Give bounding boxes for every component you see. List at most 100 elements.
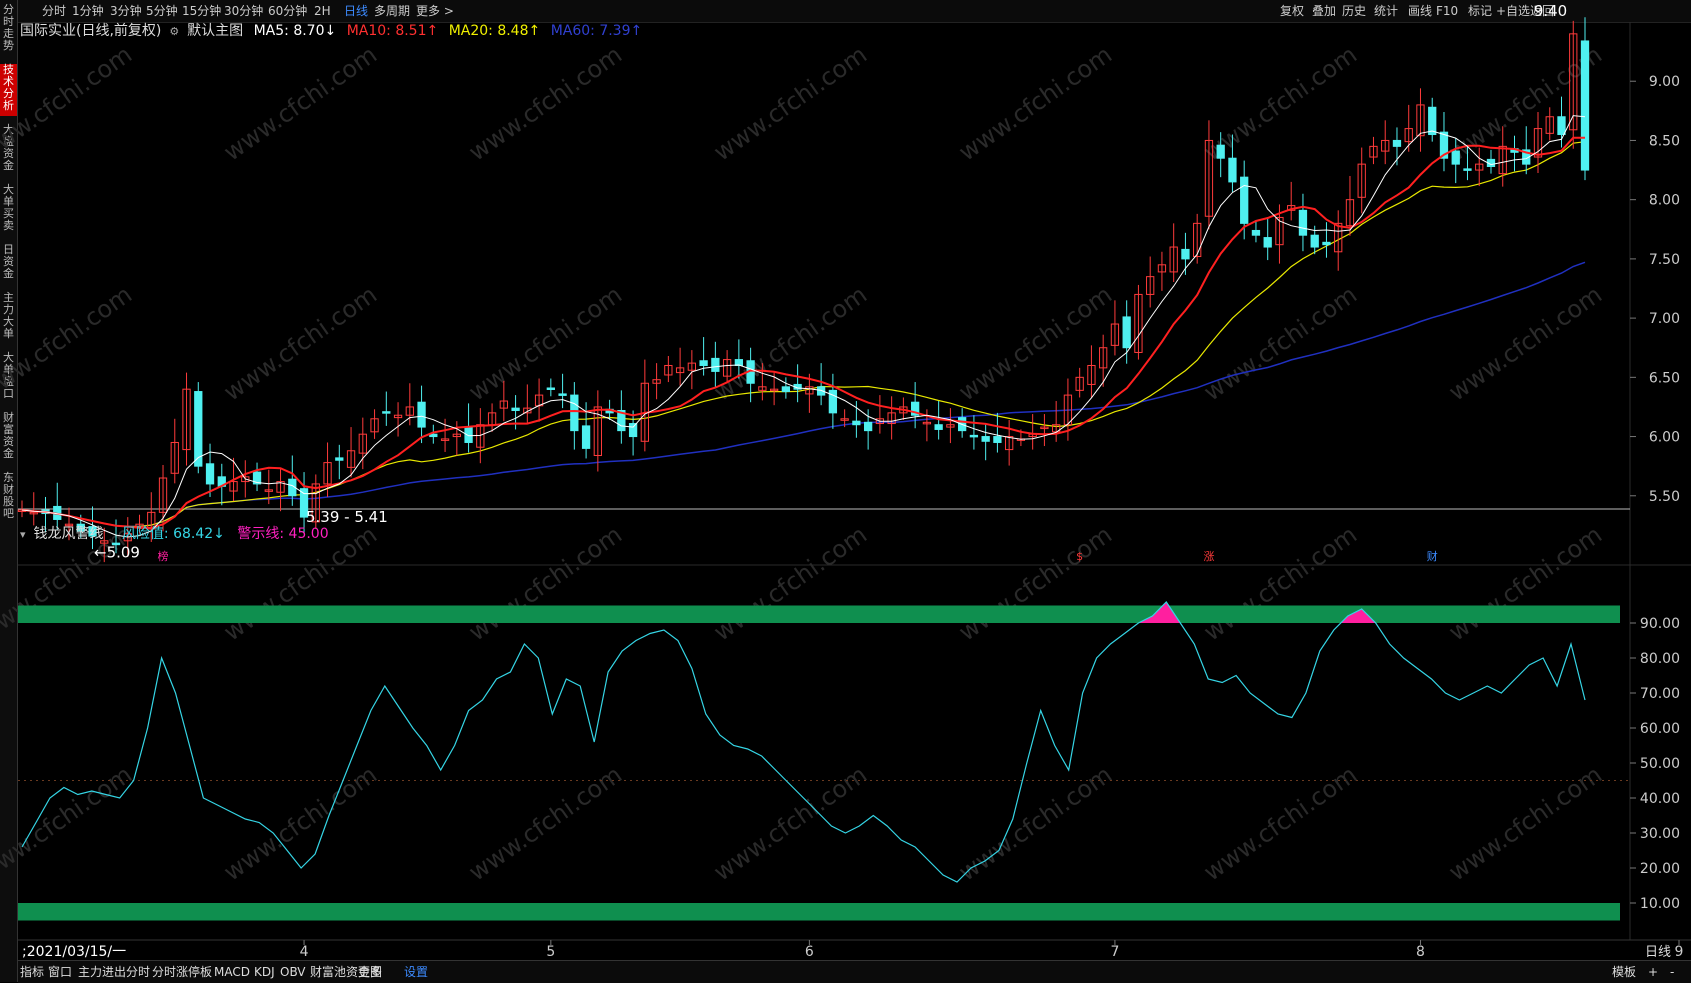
bottom-tab-3[interactable]: 分时涨停板 [152, 964, 212, 980]
y-tick-label: 7.50 [1649, 252, 1680, 268]
ind-y-tick-label: 30.00 [1640, 826, 1680, 842]
x-month-label: 7 [1110, 944, 1119, 960]
indicator-legend: ▾ 钱龙风警线 风险值: 68.42↓ 警示线: 45.00 [20, 525, 329, 544]
marker-dollar[interactable]: $ [1076, 550, 1083, 563]
stock-terminal-window: 分时走势 技术分析 大盘资金 大单买卖 日资金 主力大单 大单盘口 财富资金 东财股吧 分时 1分… [0, 0, 1691, 983]
bottom-right-button-2[interactable]: - [1670, 964, 1674, 980]
watermark-text: www.cfchi.com [954, 280, 1117, 406]
x-month-label: 9 [1675, 944, 1684, 960]
watermark-text: www.cfchi.com [709, 40, 872, 166]
x-month-label: 6 [805, 944, 814, 960]
candle-body [628, 423, 638, 438]
stock-title: 国际实业(日线,前复权) [20, 23, 162, 39]
risk-value-legend: 风险值: 68.42↓ [121, 526, 225, 542]
candle-body [1392, 139, 1402, 147]
candle-body [581, 425, 591, 449]
y-tick-label: 7.00 [1649, 311, 1680, 327]
candlestick-chart[interactable]: www.cfchi.com www.cfchi.com www.cfchi.com w… [0, 0, 1691, 982]
candle-body [417, 401, 426, 428]
x-month-label: 4 [300, 944, 309, 960]
candle-body [1463, 168, 1472, 171]
indicator-menu-icon[interactable]: ▾ [20, 528, 29, 541]
bottom-tab-4[interactable]: MACD [214, 964, 250, 980]
watermark-text: www.cfchi.com [464, 40, 627, 166]
candle-body [1263, 237, 1272, 248]
x-month-label: 5 [546, 944, 555, 960]
watermark-text: www.cfchi.com [0, 760, 137, 886]
lower-warning-band [18, 903, 1620, 921]
candle-body [558, 393, 567, 396]
x-month-label: 8 [1416, 944, 1425, 960]
bottom-right-button-0[interactable]: 模板 [1612, 964, 1636, 980]
watermark-text: www.cfchi.com [1199, 280, 1362, 406]
watermark-text: www.cfchi.com [464, 280, 627, 406]
chart-settings-icon[interactable]: ⚙ [166, 25, 183, 38]
candle-body [194, 391, 203, 467]
y-tick-label: 8.00 [1649, 193, 1680, 209]
bottom-tab-9[interactable]: 设置 [404, 964, 428, 980]
main-legend: 国际实业(日线,前复权) ⚙ 默认主图 MA5: 8.70↓ MA10: 8.5… [20, 22, 642, 41]
watermark-text: www.cfchi.com [1444, 760, 1607, 886]
watermark-text: www.cfchi.com [1444, 520, 1607, 646]
ma60-legend: MA60: 7.39↑ [550, 23, 643, 39]
candle-body [969, 434, 979, 438]
ma5-legend: MA5: 8.70↓ [253, 23, 337, 39]
candle-body [852, 420, 861, 426]
bottom-tab-6[interactable]: OBV [280, 964, 306, 980]
ind-y-tick-label: 70.00 [1640, 686, 1680, 702]
watermark-layer: www.cfchi.com www.cfchi.com www.cfchi.com w… [0, 40, 1607, 886]
marker-cai[interactable]: 财 [1427, 549, 1438, 563]
bottom-tab-2[interactable]: 主力进出分时 [78, 964, 150, 980]
watermark-text: www.cfchi.com [1199, 520, 1362, 646]
ind-y-tick-label: 60.00 [1640, 721, 1680, 737]
marker-zhang[interactable]: 涨 [1203, 550, 1214, 563]
bottom-tab-5[interactable]: KDJ [254, 964, 275, 980]
ind-y-tick-label: 10.00 [1640, 896, 1680, 912]
candle-body [1322, 241, 1331, 246]
candle-body [335, 457, 344, 461]
indicator-name[interactable]: 钱龙风警线 [33, 526, 103, 542]
candle-body [711, 357, 720, 372]
candle-body [993, 436, 1002, 443]
watermark-text: www.cfchi.com [0, 280, 137, 406]
candle-body [1298, 209, 1308, 236]
candle-body [1181, 248, 1190, 260]
bottom-tab-0[interactable]: 指标 [20, 964, 44, 980]
x-axis-start-date: ;2021/03/15/一 [22, 944, 126, 960]
y-tick-label: 6.50 [1649, 370, 1680, 386]
ind-y-tick-label: 20.00 [1640, 861, 1680, 877]
candle-body [981, 436, 990, 442]
watermark-text: www.cfchi.com [709, 520, 872, 646]
bottom-toolbar: 指标 窗口 主力进出分时 分时涨停板 MACD KDJ OBV 财富池资金图 更多 设置 模板 + - [18, 960, 1691, 983]
watermark-text: www.cfchi.com [219, 280, 382, 406]
candle-body [699, 360, 708, 366]
candle-body [511, 407, 520, 411]
watermark-text: www.cfchi.com [219, 40, 382, 166]
watermark-text: www.cfchi.com [954, 760, 1117, 886]
candle-body [205, 463, 215, 485]
candle-body [1216, 144, 1225, 159]
candle-body [382, 411, 391, 414]
chart-name[interactable]: 默认主图 [187, 23, 243, 39]
y-tick-label: 6.00 [1649, 430, 1680, 446]
watermark-text: www.cfchi.com [1444, 280, 1607, 406]
candle-body [1228, 157, 1237, 183]
bottom-right-button-1[interactable]: + [1648, 964, 1658, 980]
marker-bang[interactable]: 榜 [158, 549, 169, 563]
candle-body [546, 387, 555, 390]
period-indicator[interactable]: 日线 [1645, 945, 1671, 960]
bottom-tab-8[interactable]: 更多 [358, 964, 382, 980]
candle-body [1122, 316, 1131, 349]
range-label: 5.39 - 5.41 [306, 508, 388, 526]
candle-body [1580, 40, 1590, 171]
ma20-legend: MA20: 8.48↑ [448, 23, 541, 39]
watermark-text: www.cfchi.com [954, 520, 1117, 646]
ind-y-tick-label: 80.00 [1640, 651, 1680, 667]
bottom-tab-1[interactable]: 窗口 [48, 964, 72, 980]
watermark-text: www.cfchi.com [709, 760, 872, 886]
candle-body [1428, 106, 1437, 136]
y-tick-label: 9.00 [1649, 74, 1680, 90]
candle-body [1240, 176, 1249, 224]
candle-body [1557, 116, 1566, 136]
y-tick-label: 5.50 [1649, 489, 1680, 505]
